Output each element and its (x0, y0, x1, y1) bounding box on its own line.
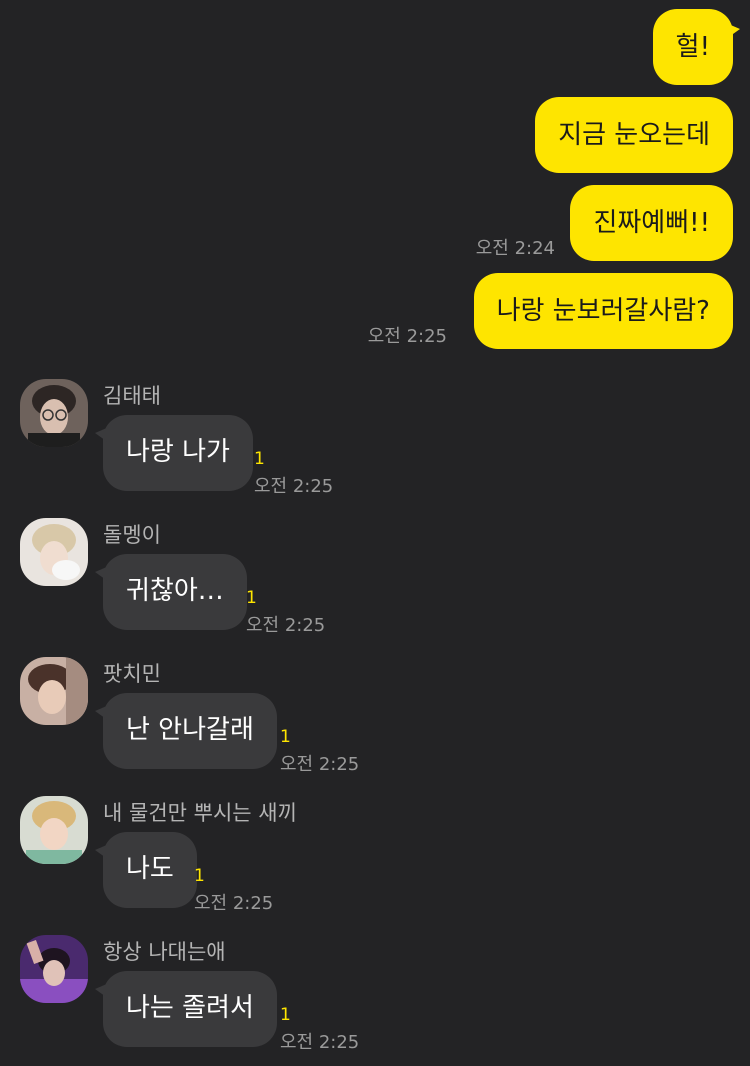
profile-photo-icon (20, 796, 88, 864)
message-bubble[interactable]: 나랑 나가 (95, 415, 253, 491)
message-bubble[interactable]: 귀찮아… (95, 554, 247, 630)
message-time: 오전 2:25 (254, 476, 334, 497)
my-message-bubble[interactable]: 나랑 눈보러갈사람? (473, 273, 733, 349)
sender-name: 김태태 (103, 384, 161, 408)
profile-photo-icon (20, 379, 88, 447)
unread-count: 1 (194, 866, 205, 886)
avatar[interactable] (20, 935, 88, 1003)
message-bubble[interactable]: 나도 (95, 832, 197, 908)
message-bubble[interactable]: 나는 졸려서 (95, 971, 277, 1047)
profile-photo-icon (20, 935, 88, 1003)
message-time: 오전 2:25 (194, 893, 274, 914)
avatar[interactable] (20, 796, 88, 864)
my-message-bubble[interactable]: 헐! (652, 9, 741, 85)
sender-name: 항상 나대는애 (103, 940, 226, 964)
unread-count: 1 (254, 449, 265, 469)
message-time: 오전 2:25 (280, 754, 360, 775)
sender-name: 돌멩이 (103, 523, 161, 547)
unread-count: 1 (280, 1005, 291, 1025)
profile-photo-icon (20, 518, 88, 586)
avatar[interactable] (20, 657, 88, 725)
message-time: 오전 2:25 (367, 326, 447, 347)
sender-name: 내 물건만 뿌시는 새끼 (103, 801, 297, 825)
avatar[interactable] (20, 518, 88, 586)
unread-count: 1 (246, 588, 257, 608)
message-time: 오전 2:25 (246, 615, 326, 636)
avatar[interactable] (20, 379, 88, 447)
profile-photo-icon (20, 657, 88, 725)
message-time: 오전 2:25 (280, 1032, 360, 1053)
my-message-bubble[interactable]: 지금 눈오는데 (535, 97, 733, 173)
sender-name: 팟치민 (103, 662, 161, 686)
message-time: 오전 2:24 (475, 238, 555, 259)
message-bubble[interactable]: 난 안나갈래 (95, 693, 277, 769)
my-message-bubble[interactable]: 진짜예뻐!! (570, 185, 733, 261)
unread-count: 1 (280, 727, 291, 747)
